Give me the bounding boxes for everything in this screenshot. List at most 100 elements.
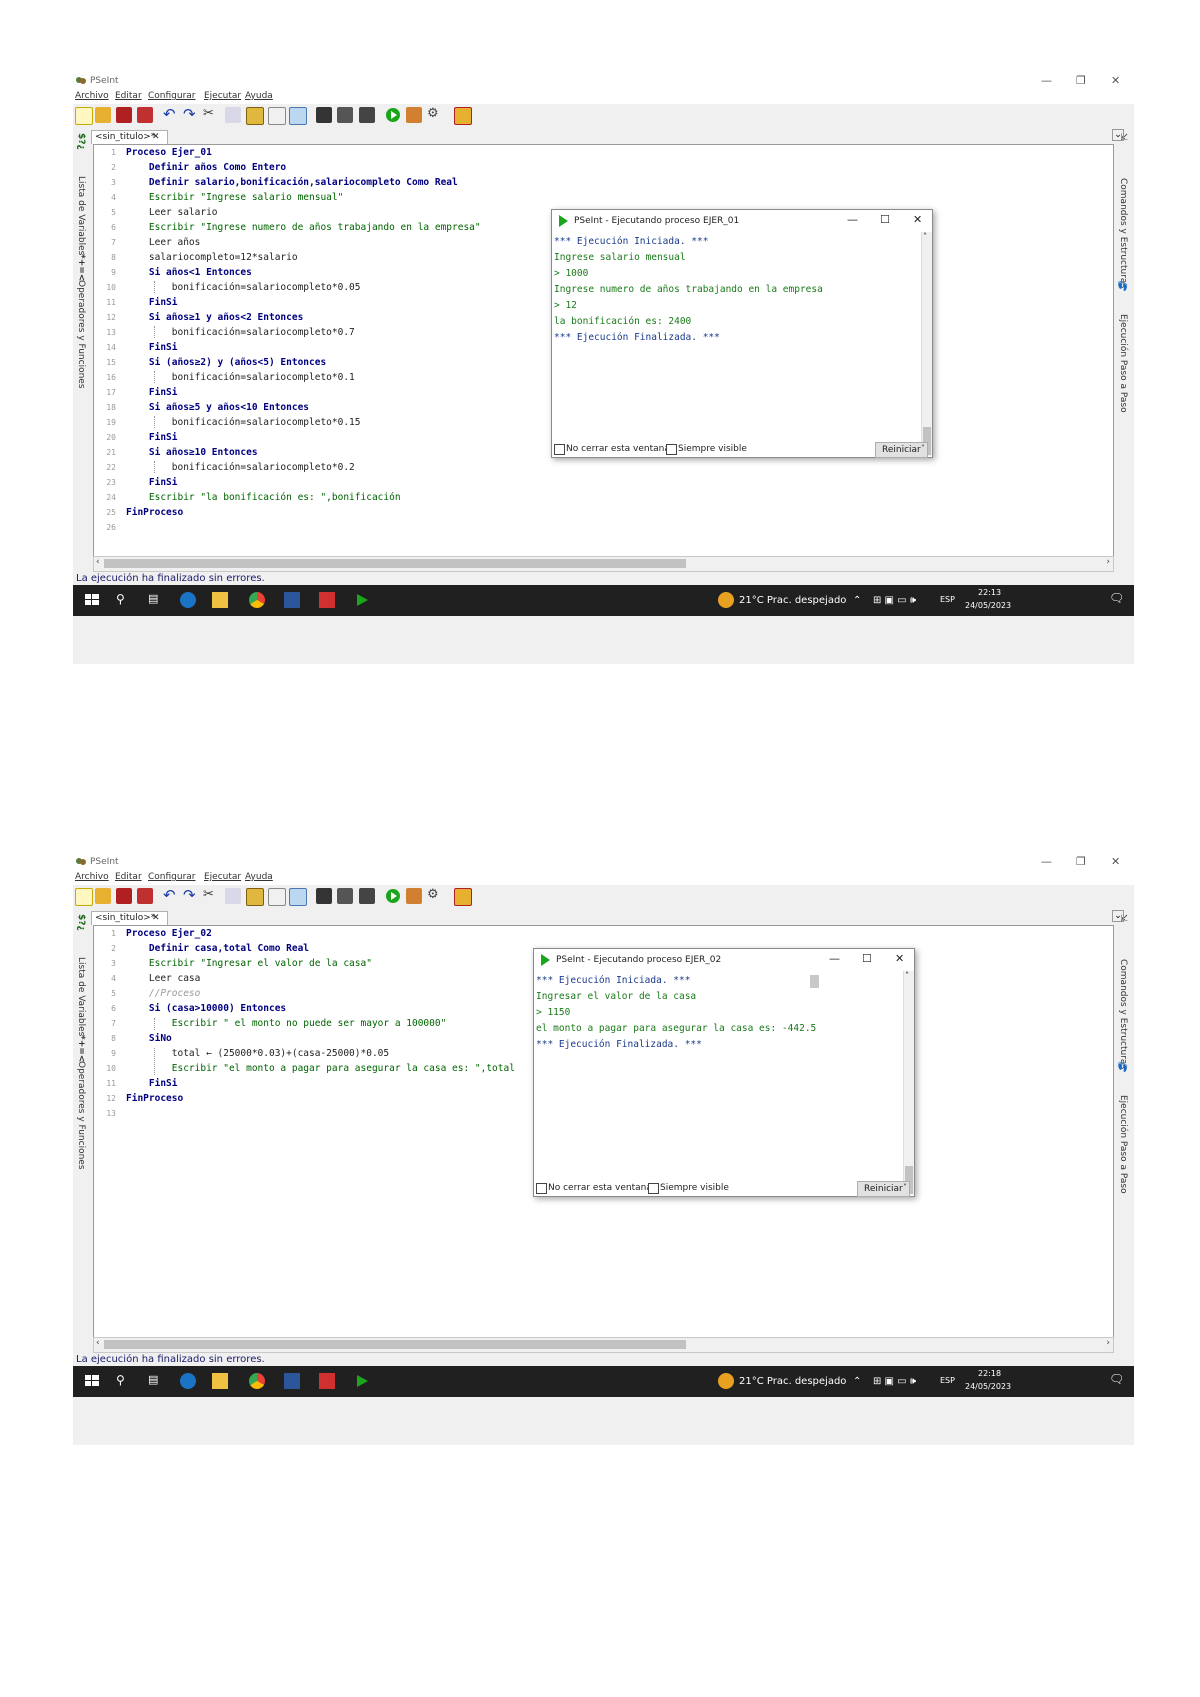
menu-archivo[interactable]: Archivo [75,91,109,101]
scroll-right-icon[interactable]: › [1106,1338,1110,1348]
always-visible-checkbox[interactable] [648,1183,659,1194]
flowchart-icon[interactable]: ⚙ [427,888,443,904]
search-icon[interactable]: ⚲ [116,592,132,608]
scroll-down-icon[interactable]: ˅ [903,1183,907,1192]
restore-icon[interactable]: ❐ [1076,855,1086,868]
tray-icons[interactable]: ⊞ ▣ ▭ 🕪 [873,595,916,606]
close-icon[interactable]: ✕ [1111,855,1120,868]
tab-list-chevron-icon[interactable]: ⌄ [1112,910,1124,922]
windows-start-icon[interactable] [84,592,100,608]
search-icon[interactable] [289,888,307,906]
file-explorer-icon[interactable] [212,1373,228,1389]
help-icon[interactable] [454,888,472,906]
save-as-icon[interactable] [137,888,153,904]
no-close-checkbox[interactable] [536,1183,547,1194]
scroll-up-icon[interactable]: ˄ [905,971,909,980]
find-next-icon[interactable] [337,888,353,904]
scroll-down-icon[interactable]: ˅ [921,444,925,453]
menu-configurar[interactable]: Configurar [148,91,196,101]
maximize-icon[interactable]: ☐ [862,952,872,965]
restart-button[interactable]: Reiniciar [857,1181,910,1197]
paste-icon[interactable] [246,888,264,906]
close-icon[interactable]: ✕ [913,213,922,226]
step-run-icon[interactable] [406,107,422,123]
step-run-icon[interactable] [406,888,422,904]
run-icon[interactable] [385,888,401,904]
open-folder-icon[interactable] [95,888,111,904]
cut-icon[interactable]: ✂ [203,107,219,123]
no-close-checkbox[interactable] [554,444,565,455]
menu-editar[interactable]: Editar [115,872,142,882]
find-icon[interactable] [316,107,332,123]
copy-icon[interactable] [225,107,241,123]
horizontal-scrollbar[interactable]: ‹ › [93,1337,1114,1353]
scroll-thumb[interactable] [104,559,686,568]
chrome-icon[interactable] [249,592,265,608]
tab-close-icon[interactable]: ✕ [152,912,160,925]
replace-icon[interactable] [359,888,375,904]
weather-text[interactable]: 21°C Prac. despejado [739,595,846,606]
run-icon[interactable] [385,107,401,123]
weather-text[interactable]: 21°C Prac. despejado [739,1376,846,1387]
task-view-icon[interactable]: ▤ [148,1373,164,1389]
find-next-icon[interactable] [337,107,353,123]
output-scrollbar[interactable]: ˄ [903,971,914,1195]
minimize-icon[interactable]: — [829,952,840,965]
scroll-left-icon[interactable]: ‹ [96,1338,100,1348]
pseint-taskbar-icon[interactable] [354,1373,370,1389]
minimize-icon[interactable]: — [1041,855,1052,868]
scroll-thumb[interactable] [104,1340,686,1349]
menu-ayuda[interactable]: Ayuda [245,872,273,882]
replace-icon[interactable] [359,107,375,123]
scroll-right-icon[interactable]: › [1106,557,1110,567]
tray-chevron-icon[interactable]: ⌃ [853,595,861,606]
search-icon[interactable]: ⚲ [116,1373,132,1389]
task-view-icon[interactable]: ▤ [148,592,164,608]
restore-icon[interactable]: ❐ [1076,74,1086,87]
operators-tab[interactable]: Operadores y Funciones [76,1061,86,1170]
new-file-icon[interactable] [75,888,93,906]
windows-start-icon[interactable] [84,1373,100,1389]
close-icon[interactable]: ✕ [1111,74,1120,87]
menu-ejecutar[interactable]: Ejecutar [204,872,241,882]
tab-close-icon[interactable]: ✕ [152,131,160,144]
copy-icon[interactable] [225,888,241,904]
clock-time[interactable]: 22:13 [978,588,1001,597]
flowchart-icon[interactable]: ⚙ [427,107,443,123]
chrome-icon[interactable] [249,1373,265,1389]
clock-date[interactable]: 24/05/2023 [965,1382,1011,1391]
save-icon[interactable] [116,107,132,123]
tray-chevron-icon[interactable]: ⌃ [853,1376,861,1387]
horizontal-scrollbar[interactable]: ‹ › [93,556,1114,572]
menu-archivo[interactable]: Archivo [75,872,109,882]
search-icon[interactable] [289,107,307,125]
paste-icon[interactable] [246,107,264,125]
find-icon[interactable] [316,888,332,904]
word-icon[interactable] [284,1373,300,1389]
variables-list-tab[interactable]: Lista de Variables [76,176,86,255]
redo-icon[interactable]: ↷ [183,107,199,123]
menu-configurar[interactable]: Configurar [148,872,196,882]
close-icon[interactable]: ✕ [895,952,904,965]
maximize-icon[interactable]: ☐ [880,213,890,226]
scroll-up-icon[interactable]: ˄ [923,232,927,241]
undo-icon[interactable]: ↶ [163,888,179,904]
pseint-taskbar-icon[interactable] [354,592,370,608]
output-scrollbar[interactable]: ˄ [921,232,932,456]
indent-icon[interactable] [268,107,286,125]
always-visible-checkbox[interactable] [666,444,677,455]
editor-tab[interactable]: <sin_titulo>* ✕ [91,911,168,925]
editor-tab[interactable]: <sin_titulo>* ✕ [91,130,168,144]
redo-icon[interactable]: ↷ [183,888,199,904]
tab-list-chevron-icon[interactable]: ⌄ [1112,129,1124,141]
open-folder-icon[interactable] [95,107,111,123]
minimize-icon[interactable]: — [1041,74,1052,87]
language-indicator[interactable]: ESP [940,595,955,604]
menu-ejecutar[interactable]: Ejecutar [204,91,241,101]
word-icon[interactable] [284,592,300,608]
steam-icon[interactable] [180,592,196,608]
help-icon[interactable] [454,107,472,125]
save-as-icon[interactable] [137,107,153,123]
notifications-icon[interactable]: 🗨 [1109,1372,1124,1386]
scroll-left-icon[interactable]: ‹ [96,557,100,567]
